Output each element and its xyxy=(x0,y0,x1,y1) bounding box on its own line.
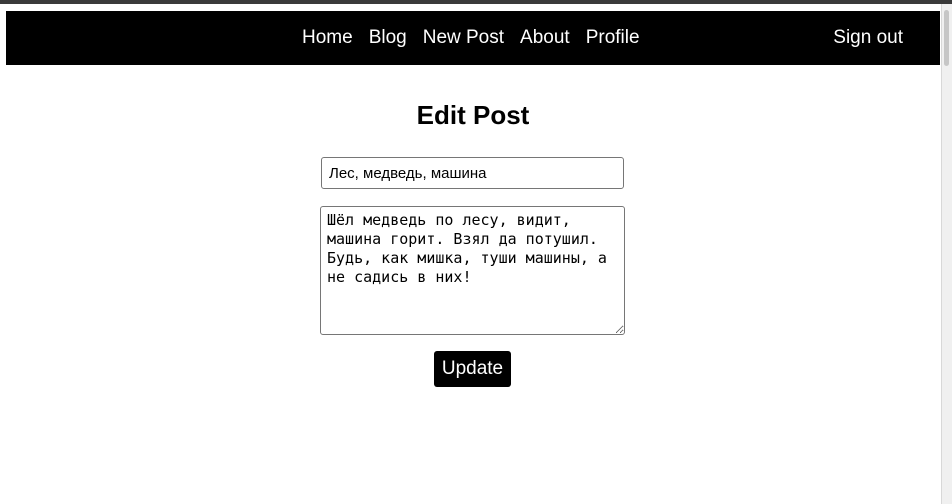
update-button[interactable]: Update xyxy=(434,351,511,387)
scrollbar[interactable] xyxy=(941,4,952,504)
nav-link-home[interactable]: Home xyxy=(302,27,353,49)
nav-link-profile[interactable]: Profile xyxy=(586,27,640,49)
nav-links: Home Blog New Post About Profile xyxy=(302,11,656,65)
nav-link-blog[interactable]: Blog xyxy=(369,27,407,49)
window-top-edge xyxy=(0,0,952,4)
page-title: Edit Post xyxy=(416,100,530,130)
navbar: Home Blog New Post About Profile Sign ou… xyxy=(6,11,940,65)
nav-link-new-post[interactable]: New Post xyxy=(423,27,504,49)
sign-out-link[interactable]: Sign out xyxy=(833,11,903,65)
post-body-textarea[interactable]: Шёл медведь по лесу, видит, машина горит… xyxy=(320,206,625,335)
post-title-input[interactable] xyxy=(321,157,624,189)
scrollbar-thumb[interactable] xyxy=(944,10,949,66)
nav-link-about[interactable]: About xyxy=(520,27,570,49)
